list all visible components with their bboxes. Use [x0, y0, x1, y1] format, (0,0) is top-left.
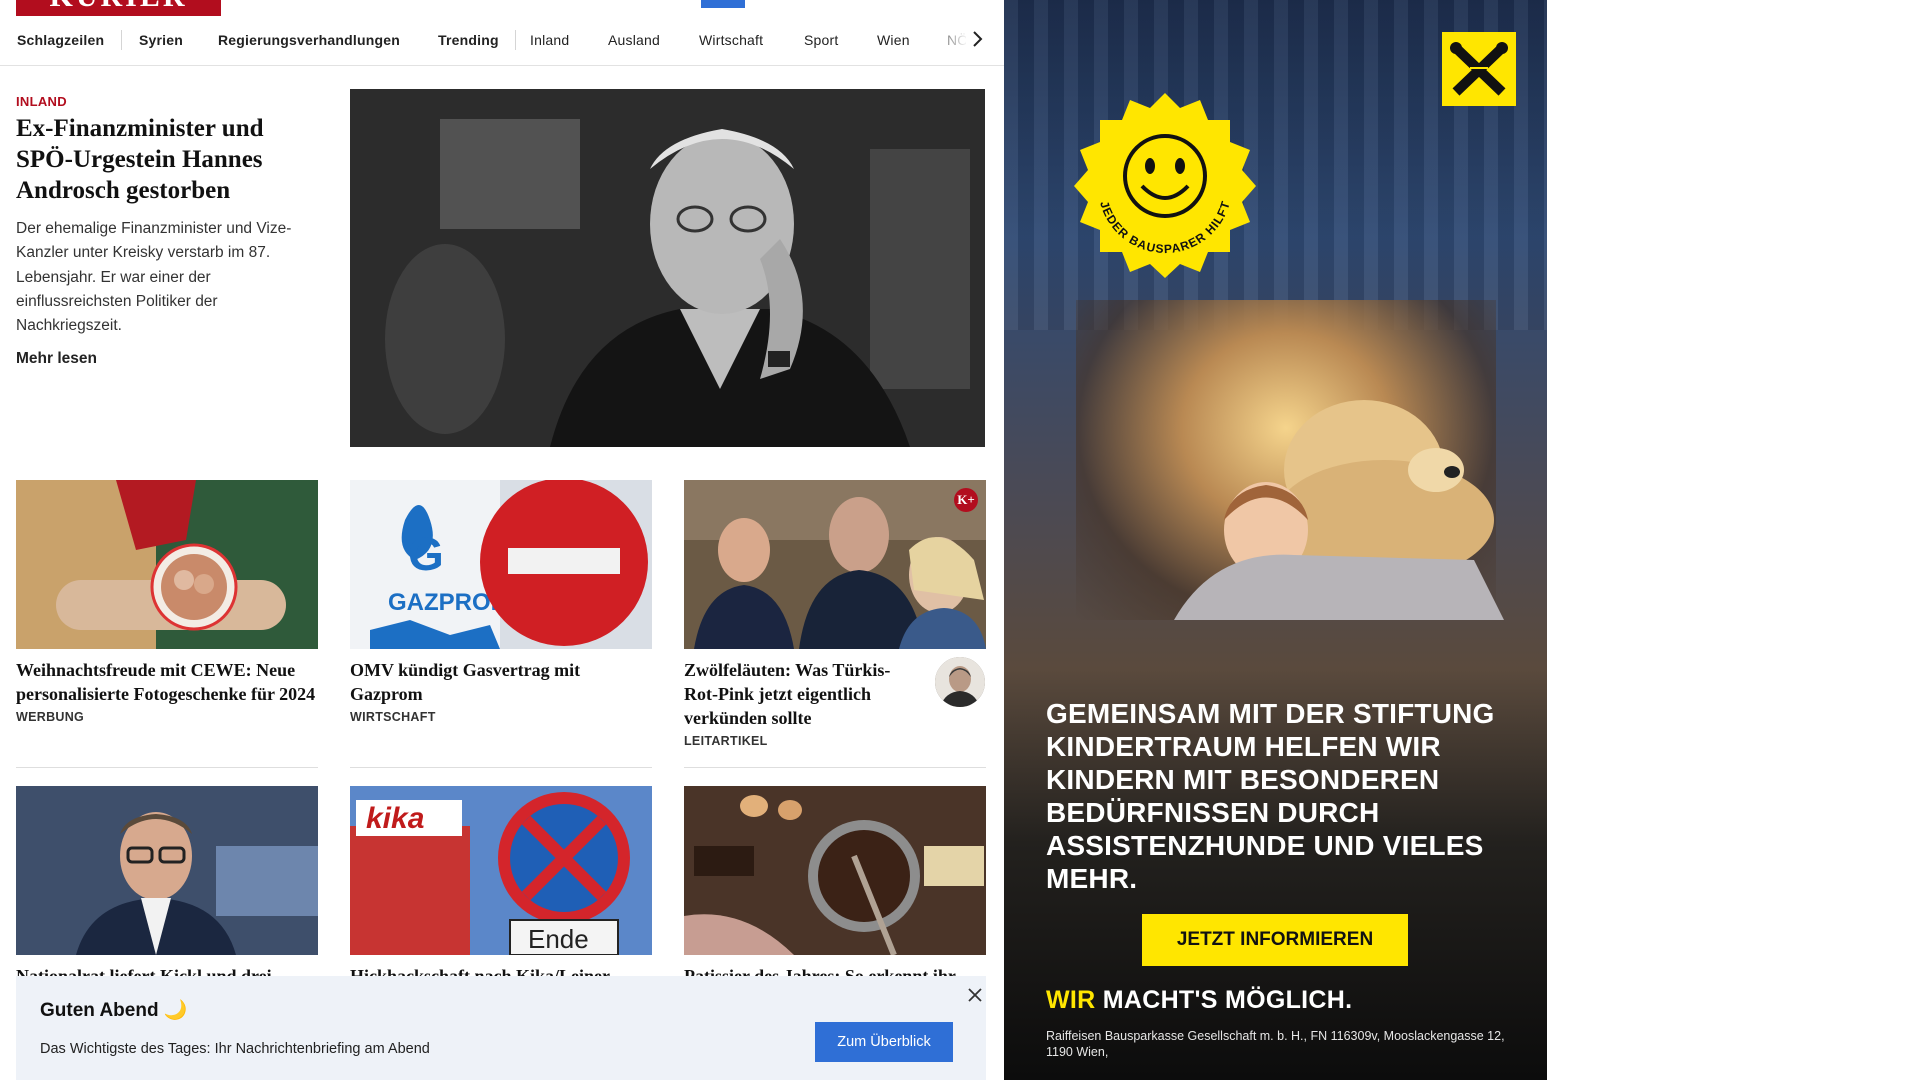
toast-greeting: Guten Abend 🌙 [40, 1000, 188, 1021]
site-logo[interactable]: KURIER [16, 0, 221, 16]
nav-item-sport[interactable]: Sport [804, 32, 838, 48]
hero-title[interactable]: Ex-Finanzminister und SPÖ-Urgestein Hann… [16, 113, 306, 206]
card-image-kickl [16, 786, 318, 955]
nav-divider [121, 30, 122, 50]
news-column: KURIER Schlagzeilen Syrien Regierungsver… [0, 0, 1004, 1080]
nav-item-schlagzeilen[interactable]: Schlagzeilen [17, 32, 104, 48]
card-divider [684, 767, 986, 768]
card-label: WIRTSCHAFT [350, 710, 436, 724]
card-label: WERBUNG [16, 710, 85, 724]
header-accent-button[interactable] [701, 0, 745, 8]
ende-sign-text: Ende [528, 924, 589, 954]
raiffeisen-giebelkreuz-icon [1450, 42, 1508, 96]
hero-read-more-link[interactable]: Mehr lesen [16, 350, 97, 368]
hero-teaser: Der ehemalige Finanzminister und Vize-Ka… [16, 220, 292, 335]
ad-brand-logo[interactable] [1442, 32, 1516, 106]
nav-next-button[interactable] [966, 26, 988, 52]
nav-item-wirtschaft[interactable]: Wirtschaft [699, 32, 763, 48]
article-card[interactable]: G GAZPROM OMV kündigt Gasvertrag mit Gaz… [350, 480, 652, 724]
card-label: LEITARTIKEL [684, 734, 768, 748]
chevron-right-icon [973, 31, 983, 47]
card-title[interactable]: Weihnachtsfreude mit CEWE: Neue personal… [16, 658, 318, 706]
author-avatar[interactable] [935, 657, 985, 707]
card-image-politicians: K+ [684, 480, 986, 649]
ad-headline: GEMEINSAM MIT DER STIFTUNG KINDERTRAUM H… [1046, 698, 1495, 894]
svg-text:G: G [408, 528, 444, 580]
card-image-kika: kika Ende [350, 786, 652, 955]
card-title[interactable]: Zwölfeläuten: Was Türkis-Rot-Pink jetzt … [684, 658, 924, 730]
ad-photo-child-dog [1174, 400, 1504, 620]
nav-divider [515, 30, 516, 50]
page-background [1547, 0, 1920, 1080]
ad-slogan-rest: MACHT'S MÖGLICH. [1095, 986, 1353, 1014]
hero-image[interactable] [350, 89, 985, 447]
card-title[interactable]: OMV kündigt Gasvertrag mit Gazprom [350, 658, 652, 706]
toast-overview-button[interactable]: Zum Überblick [815, 1022, 953, 1062]
card-image-gazprom: G GAZPROM [350, 480, 652, 649]
article-card[interactable]: K+ Zwölfeläuten: Was Türkis-Rot-Pink jet… [684, 480, 986, 748]
card-divider [16, 767, 318, 768]
portrait-photo [350, 89, 985, 447]
advertisement[interactable]: JEDER BAUSPARER HILFT GEMEINSAM MIT DER … [1004, 0, 1547, 1080]
newsletter-toast: Guten Abend 🌙 Das Wichtigste des Tages: … [16, 976, 986, 1080]
card-divider [350, 767, 652, 768]
close-icon [968, 988, 982, 1002]
ad-cta-button[interactable]: JETZT INFORMIEREN [1142, 914, 1408, 966]
smiley-badge-icon: JEDER BAUSPARER HILFT [1074, 93, 1256, 278]
ad-slogan: WIR MACHT'S MÖGLICH. [1046, 986, 1352, 1015]
nav-item-inland[interactable]: Inland [530, 32, 569, 48]
nav-item-regierungsverhandlungen[interactable]: Regierungsverhandlungen [218, 32, 400, 48]
ad-legal-text: Raiffeisen Bausparkasse Gesellschaft m. … [1046, 1029, 1505, 1059]
nav-item-syrien[interactable]: Syrien [139, 32, 183, 48]
kplus-badge: K+ [954, 488, 978, 512]
toast-close-button[interactable] [964, 984, 986, 1006]
category-nav: Schlagzeilen Syrien Regierungsverhandlun… [0, 26, 1004, 66]
nav-item-wien[interactable]: Wien [877, 32, 910, 48]
toast-description: Das Wichtigste des Tages: Ihr Nachrichte… [40, 1041, 430, 1057]
nav-item-ausland[interactable]: Ausland [608, 32, 660, 48]
article-card[interactable]: Patissier des Jahres: So erkennt ihr [684, 786, 986, 988]
kika-logo-text: kika [366, 802, 424, 835]
card-image-chocolate [684, 786, 986, 955]
ad-slogan-highlight: WIR [1046, 986, 1096, 1014]
article-card[interactable]: Nationalrat liefert Kickl und drei [16, 786, 318, 988]
card-image-cewe [16, 480, 318, 649]
article-card[interactable]: Weihnachtsfreude mit CEWE: Neue personal… [16, 480, 318, 724]
nav-fade [928, 26, 968, 56]
hero-kicker[interactable]: INLAND [16, 94, 67, 109]
nav-item-trending[interactable]: Trending [438, 32, 499, 48]
article-card[interactable]: kika Ende Hickhackschaft nach Kika/Leine… [350, 786, 652, 988]
